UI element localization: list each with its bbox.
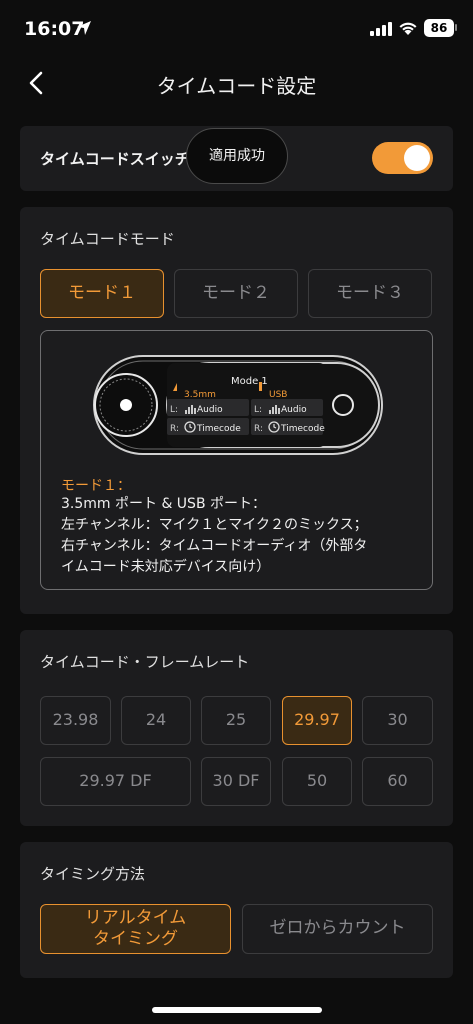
mode-description-line: 左チャンネル：マイク１とマイク２のミックス；: [61, 517, 368, 533]
location-arrow-icon: [77, 21, 91, 35]
frame-rate-card: タイムコード・フレームレート 23.98 24 25 29.97 30 29.9…: [20, 630, 453, 826]
timecode-switch-label: タイムコードスイッチ: [40, 150, 190, 168]
fps-24-button[interactable]: 24: [121, 696, 191, 745]
cellular-signal-icon: [370, 22, 392, 36]
mode-description-line: イムコード未対応デバイス向け）: [61, 559, 271, 575]
device-screen-title: Mode 1: [231, 376, 268, 387]
device-port-left-label: 3.5mm: [184, 390, 216, 400]
fps-23-98-button[interactable]: 23.98: [40, 696, 111, 745]
toggle-knob: [404, 145, 430, 171]
toast-message: 適用成功: [186, 128, 288, 184]
device-right-l-prefix: L:: [254, 405, 263, 415]
fps-30-df-button[interactable]: 30 DF: [201, 757, 271, 806]
fps-29-97-df-button[interactable]: 29.97 DF: [40, 757, 191, 806]
mode-2-button[interactable]: モード２: [174, 269, 298, 318]
mode-3-button[interactable]: モード３: [308, 269, 432, 318]
device-left-audio: Audio: [197, 405, 223, 415]
device-right-timecode: Timecode: [281, 424, 325, 434]
device-right-audio: Audio: [281, 405, 307, 415]
mode-description-box: Mode 1 3.5mm USB L: Audio R: Timecode L:…: [40, 330, 433, 590]
timing-method-card: タイミング方法 リアルタイム タイミング ゼロからカウント: [20, 842, 453, 978]
mode-description-line: 3.5mm ポート & USB ポート：: [61, 496, 266, 512]
fps-50-button[interactable]: 50: [282, 757, 352, 806]
battery-cap: [455, 24, 457, 31]
device-port-right-label: USB: [269, 390, 288, 400]
timing-section-title: タイミング方法: [40, 865, 146, 883]
timecode-toggle[interactable]: [372, 142, 433, 174]
device-left-l-prefix: L:: [170, 405, 179, 415]
timecode-mode-card: タイムコードモード モード１ モード２ モード３ Mode 1 3.5mm US…: [20, 207, 453, 614]
status-bar: 16:07 86: [0, 0, 473, 58]
battery-indicator: 86: [424, 19, 454, 37]
realtime-timing-label-line1: リアルタイム: [84, 908, 187, 928]
fps-25-button[interactable]: 25: [201, 696, 271, 745]
realtime-timing-label-line2: タイミング: [93, 929, 178, 949]
mode-description-line: 右チャンネル：タイムコードオーディオ（外部タ: [61, 538, 368, 554]
home-indicator: [152, 1007, 322, 1013]
count-from-zero-button[interactable]: ゼロからカウント: [242, 904, 433, 954]
nav-header: タイムコード設定: [0, 58, 473, 108]
wifi-icon: [399, 22, 417, 35]
fps-30-button[interactable]: 30: [362, 696, 433, 745]
device-left-r-prefix: R:: [170, 424, 180, 434]
mode-description-heading: モード１：: [61, 478, 131, 494]
fps-60-button[interactable]: 60: [362, 757, 433, 806]
device-left-timecode: Timecode: [197, 424, 241, 434]
device-right-r-prefix: R:: [254, 424, 264, 434]
frame-rate-section-title: タイムコード・フレームレート: [40, 653, 250, 671]
mode-section-title: タイムコードモード: [40, 230, 175, 248]
mode-1-button[interactable]: モード１: [40, 269, 164, 318]
page-title: タイムコード設定: [156, 74, 317, 98]
fps-29-97-button[interactable]: 29.97: [282, 696, 352, 745]
device-illustration: [93, 355, 383, 455]
realtime-timing-button[interactable]: リアルタイム タイミング: [40, 904, 231, 954]
